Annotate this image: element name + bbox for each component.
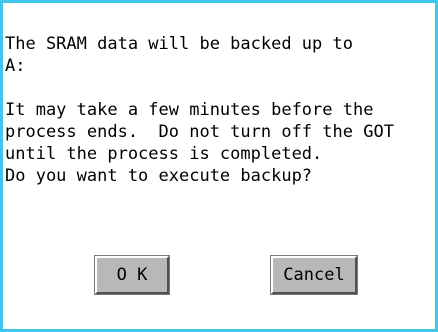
ok-button[interactable]: O K	[95, 256, 169, 294]
message-line: The SRAM data will be backed up to	[5, 34, 353, 54]
message-line: A:	[5, 56, 26, 76]
cancel-button[interactable]: Cancel	[271, 256, 357, 294]
backup-confirm-dialog: The SRAM data will be backed up to A: It…	[0, 0, 438, 332]
dialog-message: The SRAM data will be backed up to A: It…	[5, 33, 433, 187]
message-line: until the process is completed.	[5, 144, 323, 164]
message-line: Do you want to execute backup?	[5, 166, 313, 186]
message-line: process ends. Do not turn off the GOT	[5, 122, 394, 142]
message-line	[5, 77, 433, 99]
message-line: It may take a few minutes before the	[5, 100, 374, 120]
